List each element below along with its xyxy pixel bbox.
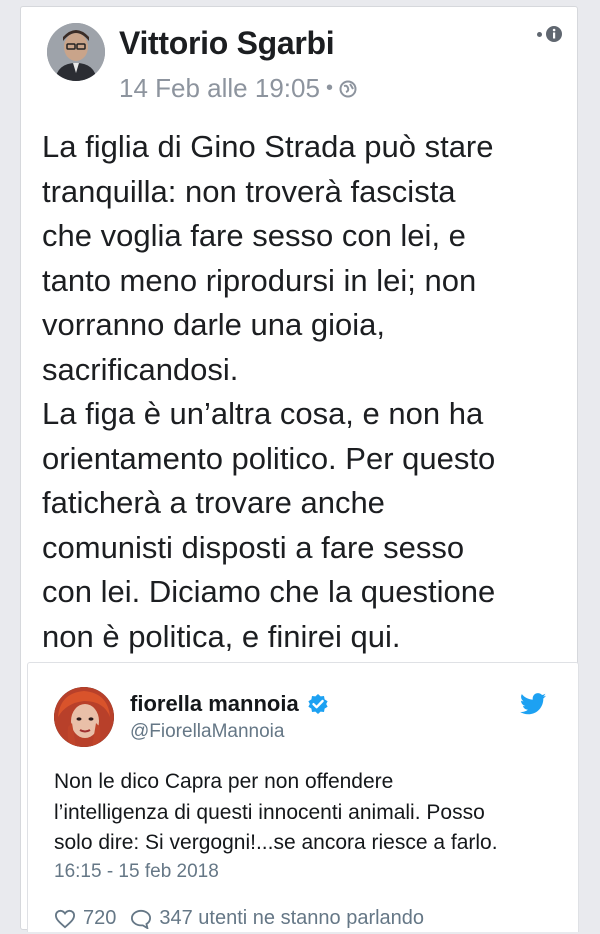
post-body-text: La figlia di Gino Strada può stare tranq… [42, 129, 496, 654]
reply-button[interactable]: 347 utenti ne stanno parlando [130, 907, 424, 930]
post-timestamp[interactable]: 14 Feb alle 19:05 [119, 73, 320, 104]
options-dot-icon [537, 31, 542, 37]
tweet-author-avatar[interactable] [54, 687, 114, 747]
facebook-post-card: Vittorio Sgarbi 14 Feb alle 19:05 • La f… [20, 6, 579, 932]
tweet-body-text: Non le dico Capra per non offendere l’in… [54, 770, 498, 854]
replies-text: 347 utenti ne stanno parlando [159, 907, 425, 929]
like-button[interactable]: 720 [54, 907, 116, 930]
post-options-button[interactable] [537, 25, 563, 43]
verified-badge-icon [308, 694, 328, 714]
author-avatar[interactable] [47, 23, 105, 81]
tweet-display-name: fiorella mannoia [130, 691, 299, 716]
tweet-actions: 720 347 utenti ne stanno parlando [54, 907, 424, 930]
tweet-handle[interactable]: @FiorellaMannoia [130, 721, 284, 743]
info-icon [546, 26, 562, 42]
speech-bubble-icon [131, 909, 152, 929]
embedded-tweet[interactable]: fiorella mannoia @FiorellaMannoia Non le… [27, 662, 579, 932]
author-avatar-image [47, 23, 105, 81]
tweet-timestamp[interactable]: 16:15 - 15 feb 2018 [54, 861, 219, 883]
tweet-avatar-image [54, 687, 114, 747]
heart-icon [54, 909, 76, 928]
meta-separator: • [325, 77, 333, 99]
author-name[interactable]: Vittorio Sgarbi [119, 25, 335, 62]
globe-icon [339, 80, 357, 97]
like-count: 720 [83, 907, 117, 929]
tweet-display-name-row[interactable]: fiorella mannoia [130, 691, 329, 717]
post-meta: 14 Feb alle 19:05 • [119, 73, 357, 104]
twitter-bird-icon [520, 693, 546, 715]
twitter-bird-button[interactable] [520, 693, 546, 720]
